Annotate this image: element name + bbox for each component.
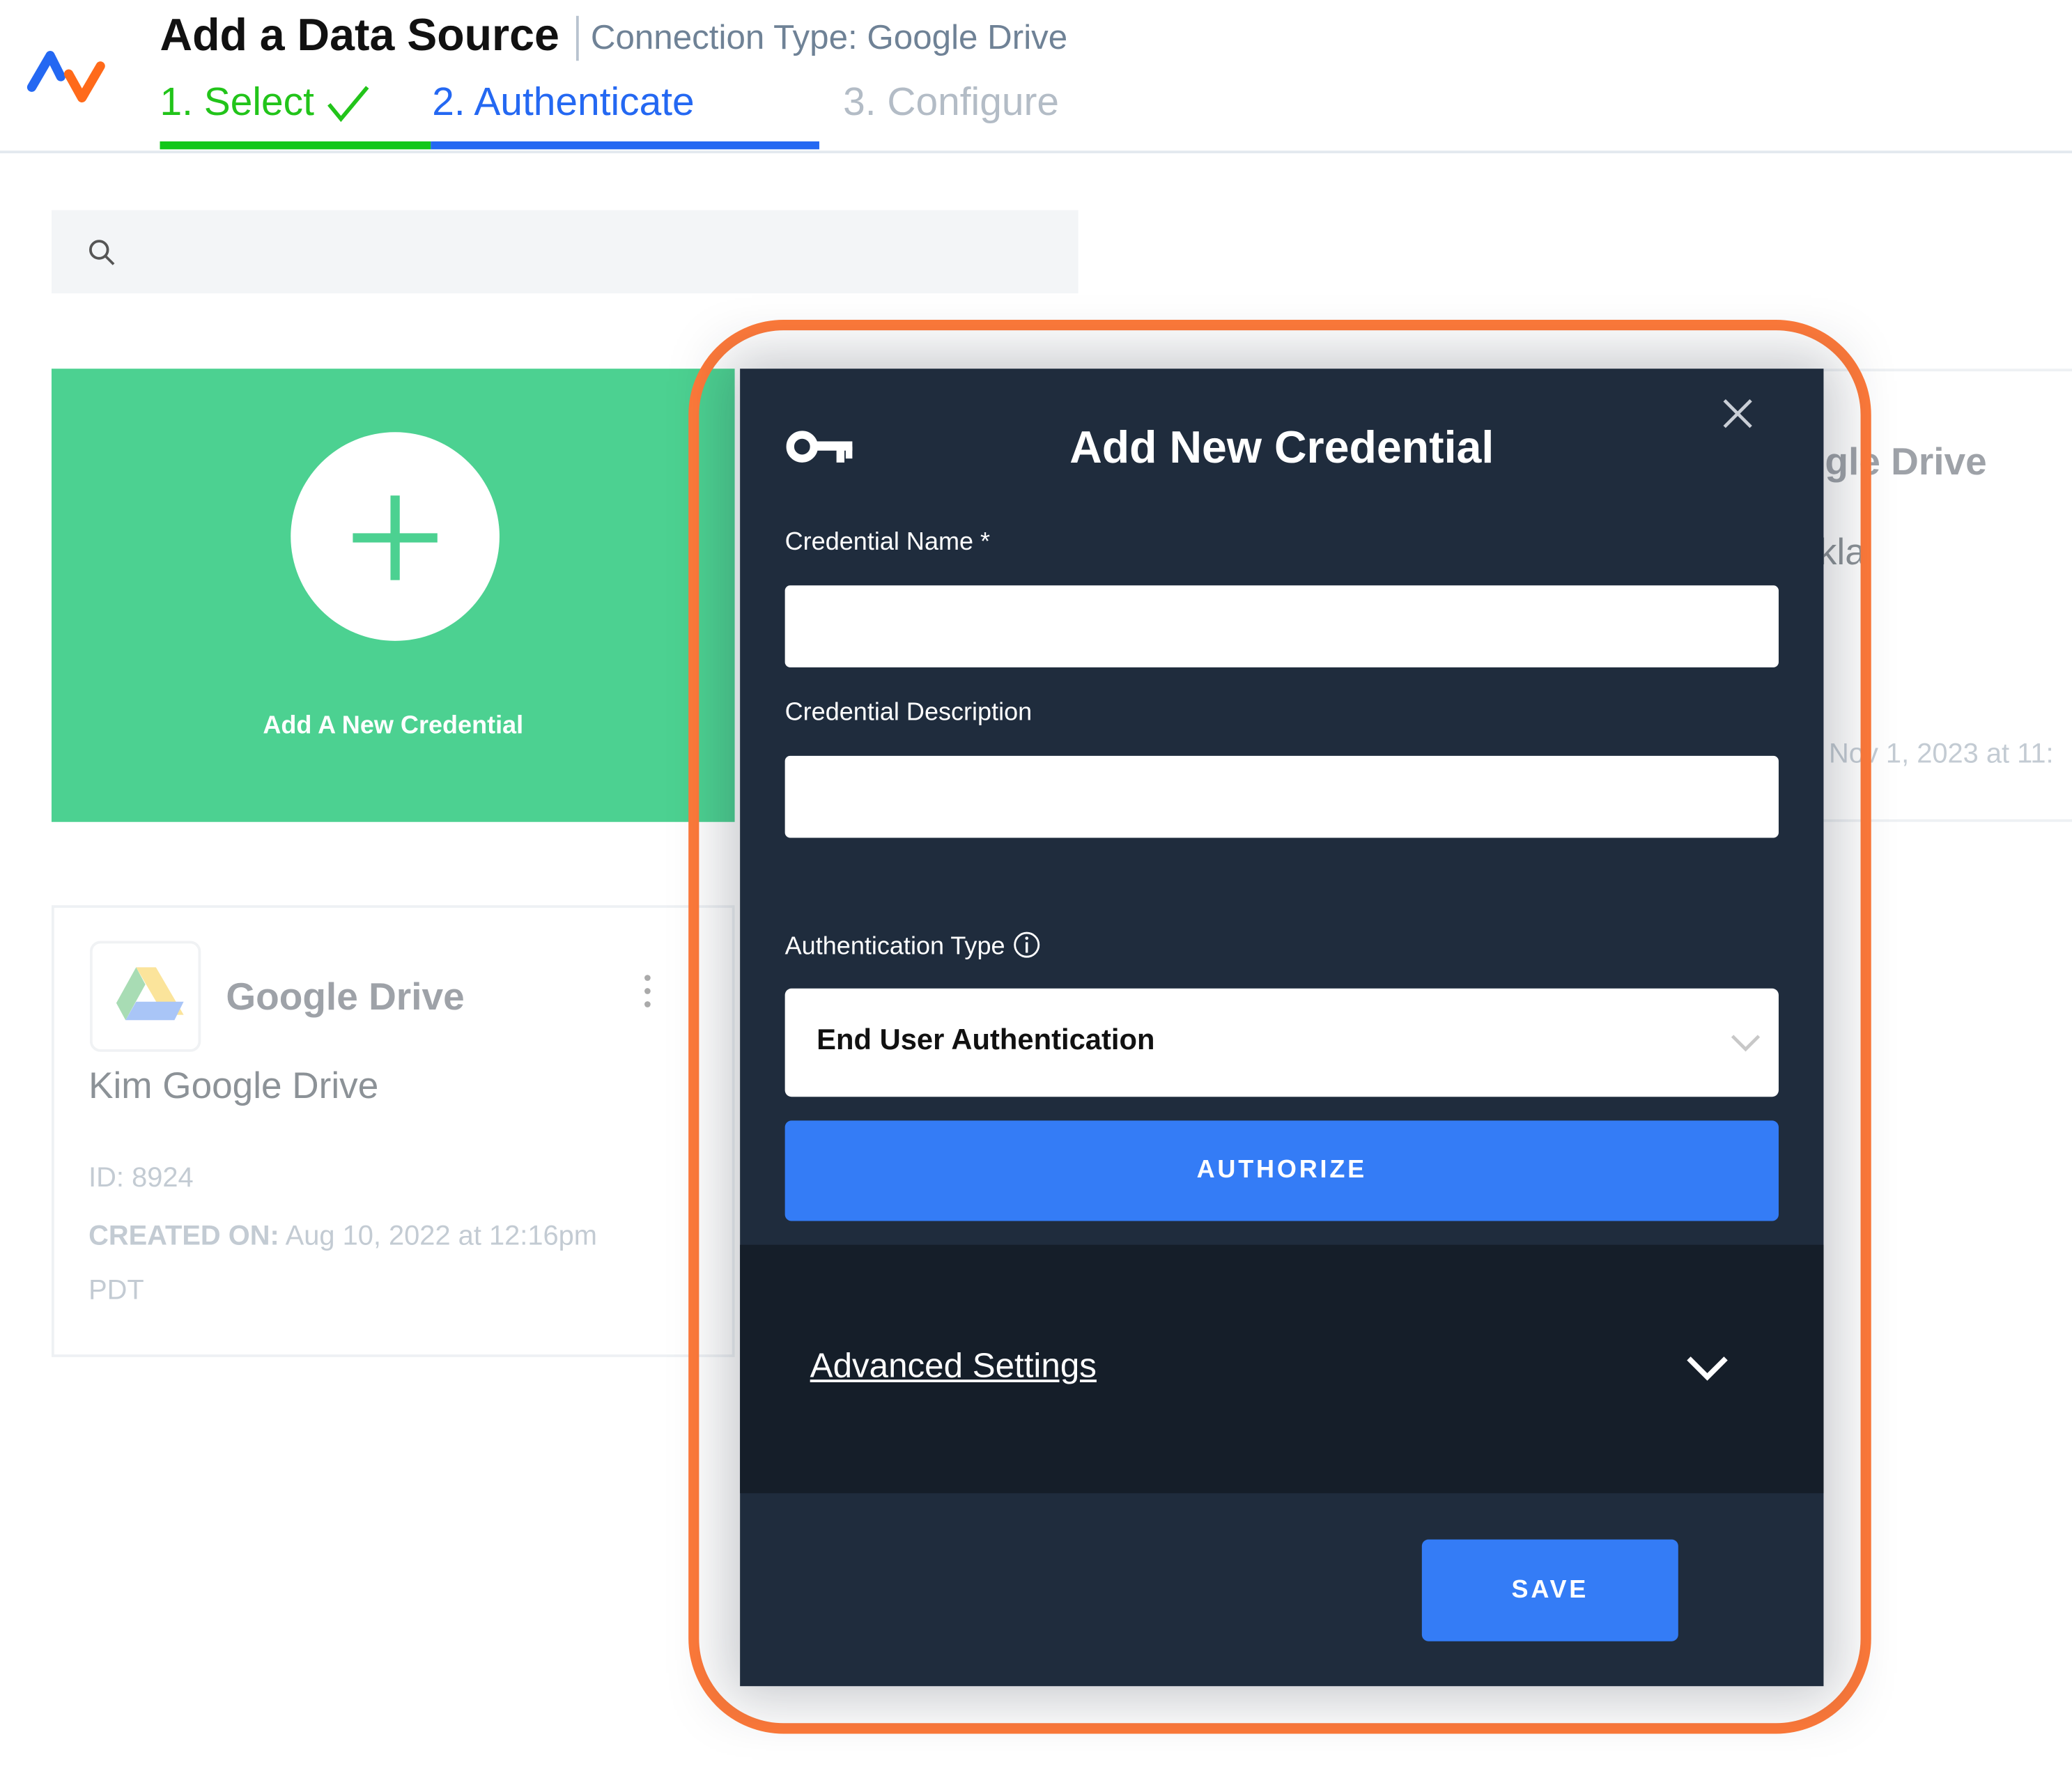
auth-type-label-row: Authentication Type (785, 930, 1042, 962)
close-icon[interactable] (1722, 398, 1754, 430)
auth-type-label: Authentication Type (784, 933, 1005, 961)
chevron-down-icon (1731, 1035, 1761, 1052)
search-input[interactable] (51, 210, 1078, 294)
save-button[interactable]: SAVE (1421, 1539, 1678, 1641)
credential-type: Google Drive (226, 976, 465, 1019)
kebab-menu-icon[interactable] (640, 971, 656, 1014)
credential-name: Kim Google Drive (88, 1065, 379, 1106)
advanced-settings-section[interactable]: Advanced Settings (740, 1244, 1824, 1494)
google-drive-icon (89, 941, 201, 1052)
credential-name-label: Credential Name * (784, 528, 991, 557)
credential-description-input[interactable] (784, 755, 1779, 838)
plus-icon (353, 495, 438, 580)
advanced-settings-toggle[interactable]: Advanced Settings (810, 1345, 1097, 1386)
page-title: Add a Data Source (160, 10, 559, 61)
id-value: 8924 (132, 1163, 194, 1193)
header-divider (0, 150, 2072, 154)
credential-description-label: Credential Description (784, 699, 1033, 727)
add-button[interactable] (291, 432, 500, 641)
credential-timezone: PDT (88, 1275, 144, 1306)
checkmark-icon (327, 86, 369, 123)
chevron-down-icon[interactable] (1683, 1353, 1731, 1385)
auth-type-select[interactable]: End User Authentication (784, 988, 1779, 1097)
app-logo (26, 51, 105, 102)
info-icon[interactable] (1012, 930, 1042, 959)
step-authenticate[interactable]: 2. Authenticate (432, 81, 694, 125)
step-progress-complete (160, 141, 431, 150)
credential-created: CREATED ON: Aug 10, 2022 at 12:16pm (88, 1221, 597, 1253)
credential-name-input[interactable] (784, 585, 1779, 667)
add-new-credential-label: Add A New Credential (263, 712, 524, 741)
connection-type: Connection Type: Google Drive (590, 17, 1068, 57)
search-icon (89, 240, 115, 265)
created-label: CREATED ON: (88, 1221, 279, 1252)
step-label: 1. Select (160, 80, 314, 125)
created-value: Aug 10, 2022 at 12:16pm (285, 1221, 597, 1252)
auth-type-value: End User Authentication (817, 1023, 1155, 1056)
id-label: ID: (88, 1163, 124, 1193)
step-configure[interactable]: 3. Configure (843, 81, 1059, 125)
modal-title: Add New Credential (1069, 422, 1494, 474)
credential-id: ID: 8924 (88, 1163, 194, 1195)
authorize-button[interactable]: AUTHORIZE (784, 1120, 1779, 1221)
step-progress-active (431, 141, 819, 150)
title-divider (575, 15, 579, 61)
page: Add a Data Source Connection Type: Googl… (0, 0, 2072, 1778)
step-select[interactable]: 1. Select (160, 81, 373, 125)
